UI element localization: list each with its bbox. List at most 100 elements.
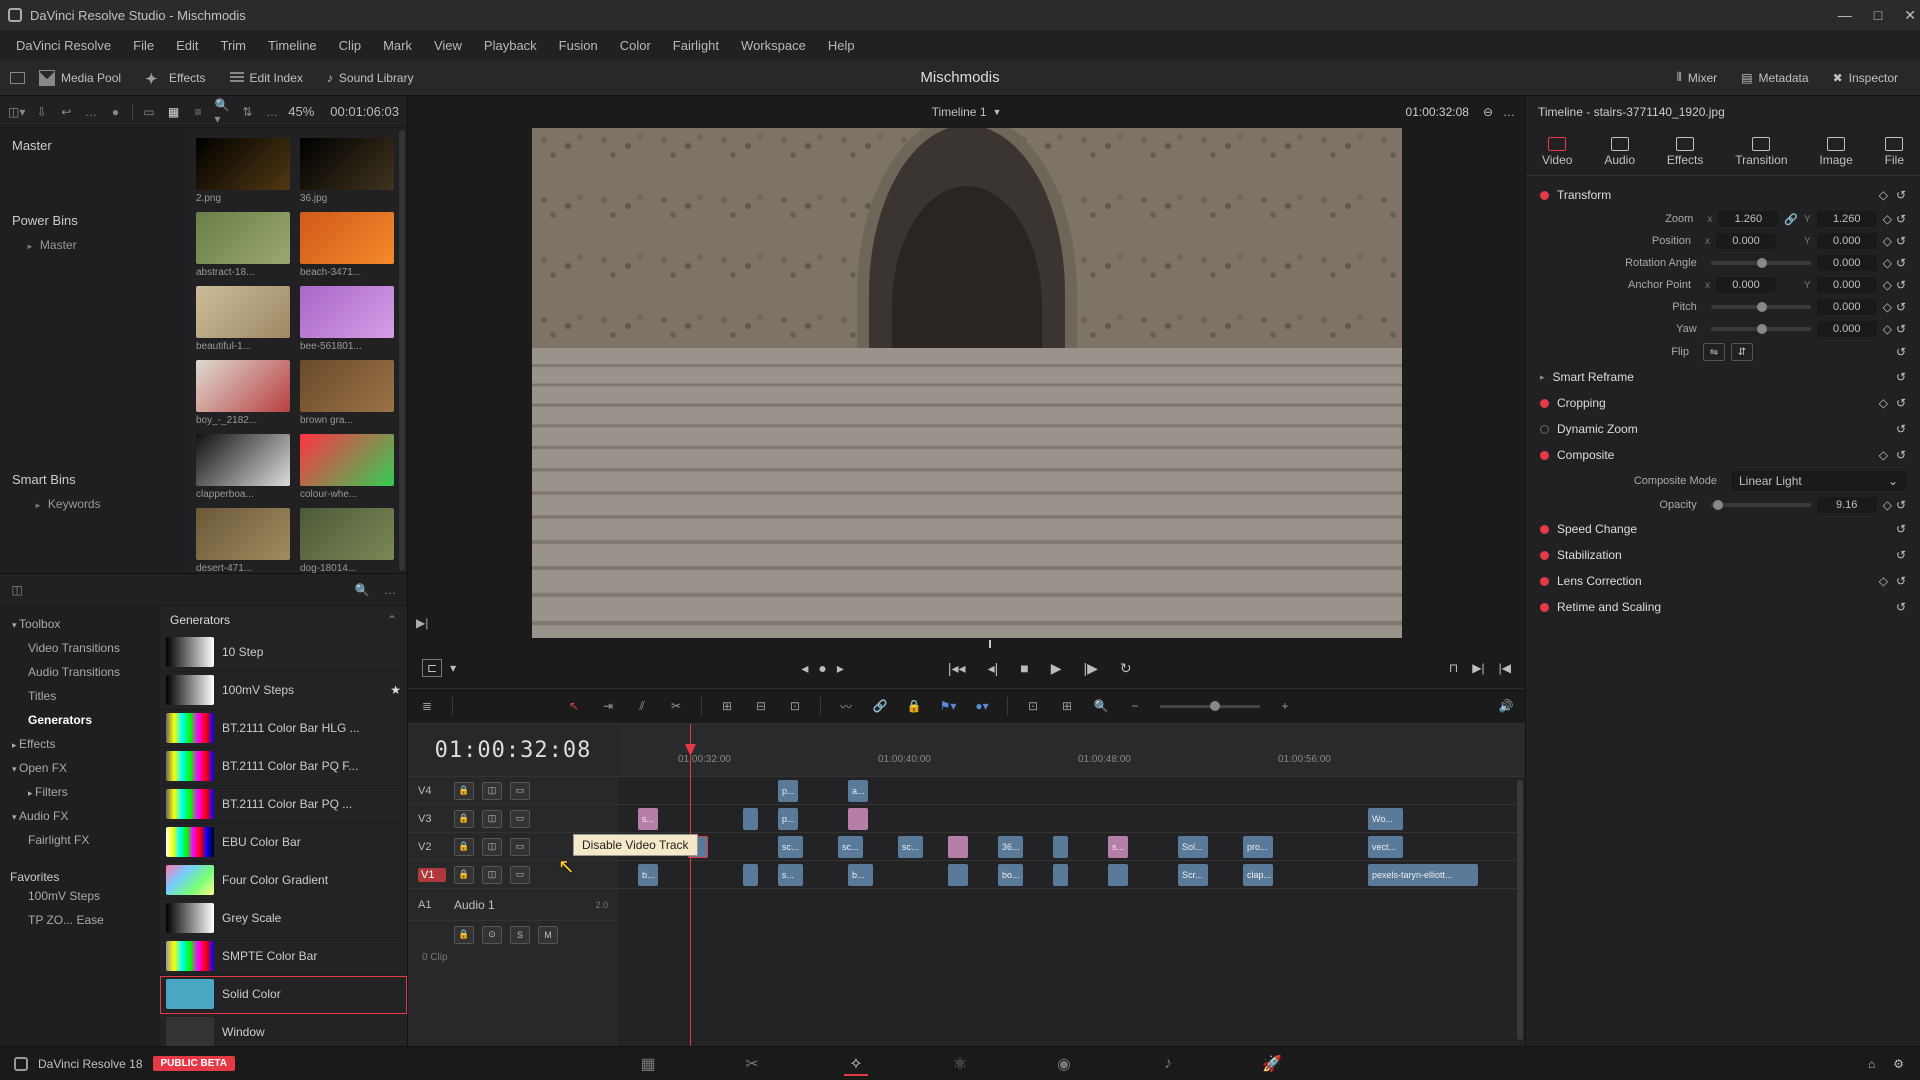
anchor-x-input[interactable]: 0.000 <box>1716 277 1776 293</box>
arm-icon[interactable]: ⊙ <box>482 926 502 944</box>
fx-panel-icon[interactable]: ◫ <box>8 581 26 599</box>
bin-list-icon[interactable]: ◫▾ <box>8 103 25 121</box>
chevron-down-icon[interactable]: ▼ <box>993 107 1002 117</box>
viewer-scrubber[interactable] <box>408 638 1525 648</box>
favorite-item[interactable]: TP ZO... Ease <box>10 908 150 932</box>
next-clip-icon[interactable]: ▶| <box>416 616 428 630</box>
timeline-clip[interactable]: s... <box>1108 836 1128 858</box>
effects-node[interactable]: Effects <box>10 732 150 756</box>
timeline-clip[interactable] <box>1053 836 1068 858</box>
thumb-view-icon[interactable]: ▦ <box>165 103 182 121</box>
step-fwd-icon[interactable]: |▶ <box>1084 660 1098 677</box>
cut-page-icon[interactable]: ✂ <box>740 1054 764 1074</box>
reset-icon[interactable]: ↺ <box>1896 345 1906 359</box>
lock-track-icon[interactable]: 🔒 <box>454 866 474 884</box>
edit-index-button[interactable]: Edit Index <box>220 67 313 89</box>
goto-start-icon[interactable]: |◂◂ <box>948 660 966 677</box>
stabilization-section[interactable]: Stabilization↺ <box>1540 542 1906 568</box>
dropdown-icon[interactable]: ▾ <box>450 661 456 675</box>
generator-item[interactable]: EBU Color Bar <box>160 824 407 862</box>
metadata-button[interactable]: ▤ Metadata <box>1731 67 1818 89</box>
insert-icon[interactable]: ⊞ <box>718 697 736 715</box>
generator-item[interactable]: SMPTE Color Bar <box>160 938 407 976</box>
timeline-clip[interactable]: p... <box>778 780 798 802</box>
disable-track-icon[interactable]: ▭ <box>510 866 530 884</box>
reset-icon[interactable]: ↺ <box>1896 212 1906 226</box>
composite-mode-select[interactable]: Linear Light⌄ <box>1731 471 1906 491</box>
fairlight-page-icon[interactable]: ♪ <box>1156 1054 1180 1074</box>
menu-view[interactable]: View <box>434 38 462 53</box>
zoom-detail-icon[interactable]: ⊞ <box>1058 697 1076 715</box>
sync-icon[interactable]: ↩ <box>58 103 75 121</box>
pos-y-input[interactable]: 0.000 <box>1817 233 1877 249</box>
maximize-icon[interactable]: □ <box>1874 7 1882 24</box>
import-icon[interactable]: ⇩ <box>33 103 50 121</box>
lock-track-icon[interactable]: 🔒 <box>454 782 474 800</box>
mixer-button[interactable]: ⦀ Mixer <box>1667 66 1728 89</box>
keyframe-icon[interactable]: ◇ <box>1883 256 1892 270</box>
reset-icon[interactable]: ↺ <box>1896 322 1906 336</box>
home-icon[interactable]: ⌂ <box>1868 1057 1875 1071</box>
timeline-clip[interactable] <box>948 864 968 886</box>
marker-tool-icon[interactable]: ●▾ <box>973 697 991 715</box>
dynamic-trim-icon[interactable]: ⫽ <box>633 697 651 715</box>
program-viewer[interactable]: ▶| <box>408 128 1525 638</box>
search-icon[interactable]: 🔍▾ <box>214 103 231 121</box>
timeline-clip[interactable]: 36... <box>998 836 1023 858</box>
media-thumbnail[interactable]: 2.png <box>196 138 290 204</box>
generator-item[interactable]: BT.2111 Color Bar PQ F... <box>160 748 407 786</box>
generator-item[interactable]: BT.2111 Color Bar HLG ... <box>160 710 407 748</box>
generator-item[interactable]: 100mV Steps★ <box>160 672 407 710</box>
smart-reframe-section[interactable]: ▸Smart Reframe↺ <box>1540 364 1906 390</box>
sort-icon[interactable]: ⇅ <box>239 103 256 121</box>
timeline-clip[interactable] <box>743 808 758 830</box>
flip-v-button[interactable]: ⇵ <box>1731 343 1753 361</box>
menu-timeline[interactable]: Timeline <box>268 38 317 53</box>
composite-section[interactable]: Composite◇↺ <box>1540 442 1906 468</box>
goto-in-icon[interactable]: ▶| <box>1472 661 1484 675</box>
fusion-page-icon[interactable]: ⚛ <box>948 1054 972 1074</box>
track-v3[interactable]: s...p...Wo... <box>618 804 1525 832</box>
more-icon[interactable]: … <box>83 103 100 121</box>
keyframe-icon[interactable]: ◇ <box>1883 322 1892 336</box>
auto-select-icon[interactable]: ◫ <box>482 866 502 884</box>
fx-ellipsis-icon[interactable]: … <box>381 581 399 599</box>
color-page-icon[interactable]: ◉ <box>1052 1054 1076 1074</box>
timeline-clip[interactable]: sc... <box>838 836 863 858</box>
reset-icon[interactable]: ↺ <box>1896 422 1906 436</box>
reset-icon[interactable]: ↺ <box>1896 574 1906 588</box>
anchor-y-input[interactable]: 0.000 <box>1817 277 1877 293</box>
track-v2[interactable]: sc...sc...sc...36...s...Sol...pro...vect… <box>618 832 1525 860</box>
fx-search-icon[interactable]: 🔍 <box>353 581 371 599</box>
master-bin[interactable]: Master <box>12 138 178 153</box>
track-header-a1[interactable]: A1 Audio 1 2.0 <box>408 888 618 920</box>
timeline-clip[interactable] <box>848 808 868 830</box>
timeline-ruler[interactable]: 01:00:32:00 01:00:40:00 01:00:48:00 01:0… <box>618 724 1525 776</box>
keyframe-icon[interactable]: ◇ <box>1883 300 1892 314</box>
zoom-in-icon[interactable]: + <box>1276 697 1294 715</box>
keyframe-icon[interactable]: ◇ <box>1879 574 1888 588</box>
audio-track-controls[interactable]: 🔒 ⊙ S M <box>408 920 618 948</box>
lock-track-icon[interactable]: 🔒 <box>454 926 474 944</box>
timeline-name[interactable]: Timeline 1 <box>932 105 987 119</box>
tab-video[interactable]: Video <box>1542 137 1572 167</box>
opacity-input[interactable]: 9.16 <box>1817 497 1877 513</box>
filters-node[interactable]: Filters <box>10 780 150 804</box>
timeline-clip[interactable]: b... <box>848 864 873 886</box>
timeline-clip[interactable]: pro... <box>1243 836 1273 858</box>
overwrite-icon[interactable]: ⊟ <box>752 697 770 715</box>
stop-icon[interactable]: ■ <box>1020 660 1028 676</box>
timeline-clip[interactable] <box>1053 864 1068 886</box>
timeline-clip[interactable] <box>948 836 968 858</box>
menu-clip[interactable]: Clip <box>339 38 361 53</box>
openfx-node[interactable]: Open FX <box>10 756 150 780</box>
blade-edit-icon[interactable]: 〰 <box>837 697 855 715</box>
track-header-v1[interactable]: V1 🔒 ◫ ▭ <box>408 860 618 888</box>
yaw-slider[interactable] <box>1711 327 1811 331</box>
generator-item[interactable]: Grey Scale <box>160 900 407 938</box>
generators-node[interactable]: Generators <box>10 708 150 732</box>
power-bins-master[interactable]: Master <box>12 238 178 252</box>
keyframe-icon[interactable]: ◇ <box>1883 234 1892 248</box>
favorite-item[interactable]: 100mV Steps <box>10 884 150 908</box>
media-thumbnail[interactable]: beach-3471... <box>300 212 394 278</box>
